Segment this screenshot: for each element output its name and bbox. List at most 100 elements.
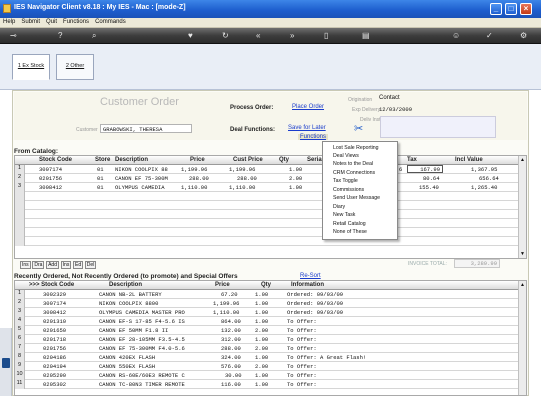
tools-icon[interactable]: ✂: [354, 124, 363, 135]
menu-quit[interactable]: Quit: [43, 18, 60, 25]
col-cust-price[interactable]: Cust Price: [233, 157, 263, 163]
minimize-button[interactable]: _: [490, 3, 502, 15]
table-row[interactable]: 4 0201310 CANON EF-S 17-85 F4-5.6 IS 864…: [15, 317, 520, 326]
functions-link[interactable]: Functions: [298, 134, 329, 140]
customer-field[interactable]: GRABOWSKI, THERESA: [100, 124, 192, 133]
menu-item-diary[interactable]: Diary: [333, 204, 345, 210]
cell-info: To Offer:: [287, 327, 317, 334]
menu-item-deal-views[interactable]: Deal Views: [333, 153, 359, 159]
cell-price: 132.00: [221, 327, 241, 334]
search-icon[interactable]: ⌕: [92, 31, 96, 41]
menu-item-new-task[interactable]: New Task: [333, 212, 355, 218]
resort-link[interactable]: Re-Sort: [300, 273, 321, 279]
col-qty[interactable]: Qty: [279, 157, 289, 163]
cell-qty: 2.00: [255, 363, 269, 370]
col-information[interactable]: Information: [291, 282, 324, 288]
cell-price: 116.00: [221, 381, 241, 388]
menu-item-notes-to-the-deal[interactable]: Notes to the Deal: [333, 161, 373, 167]
col-qty[interactable]: Qty: [261, 282, 271, 288]
row-number-empty: [15, 201, 25, 210]
dra-button[interactable]: Dra: [32, 261, 45, 269]
menu-commands[interactable]: Commands: [92, 18, 129, 25]
col-price[interactable]: Price: [190, 157, 205, 163]
cell-info: Ordered: 09/03/09: [287, 300, 344, 307]
table-row-empty[interactable]: [15, 192, 520, 201]
check-icon[interactable]: ✓: [486, 31, 493, 41]
table-row[interactable]: 1 3002329 CANON NB-2L BATTERY 67.20 1.00…: [15, 290, 520, 299]
col-stock-code[interactable]: >>> Stock Code: [29, 282, 74, 288]
menu-functions[interactable]: Functions: [60, 18, 92, 25]
catalog-scrollbar[interactable]: ▲ ▼: [518, 156, 526, 258]
table-row-empty[interactable]: [15, 201, 520, 210]
table-row[interactable]: 10 0205290 CANON RS-60E/60E3 REMOTE C 30…: [15, 371, 520, 380]
table-row-empty[interactable]: [15, 237, 520, 246]
col-stock-code[interactable]: Stock Code: [39, 157, 72, 163]
ins-button[interactable]: Ins: [20, 261, 31, 269]
edit-button[interactable]: Ed: [73, 261, 84, 269]
menu-item-crm-connections[interactable]: CRM Connections: [333, 170, 375, 176]
side-app-icon[interactable]: [2, 358, 10, 368]
col-store[interactable]: Store: [95, 157, 110, 163]
table-row-empty[interactable]: [15, 219, 520, 228]
close-button[interactable]: ×: [520, 3, 532, 15]
cell-price: 288.00: [221, 345, 241, 352]
table-row[interactable]: 2 0201756 01 CANON EF 75-300M 288.00 288…: [15, 174, 520, 183]
menu-item-tax-toggle[interactable]: Tax Toggle: [333, 178, 358, 184]
recent-scrollbar[interactable]: ▲: [518, 281, 526, 395]
cell-qty: 1.00: [255, 309, 269, 316]
add-button[interactable]: Add: [46, 261, 59, 269]
cell-tax[interactable]: 167.99: [407, 165, 443, 173]
forward-icon[interactable]: »: [290, 31, 294, 41]
menu-item-commissions[interactable]: Commissions: [333, 187, 364, 193]
menu-item-retail-catalog[interactable]: Retail Catalog: [333, 221, 366, 227]
help-icon[interactable]: ?: [58, 31, 62, 41]
col-serial[interactable]: Serial: [307, 157, 323, 163]
table-row[interactable]: 7 0201756 CANON EF 75-300MM F4.0-5.6 288…: [15, 344, 520, 353]
table-row-empty[interactable]: [15, 228, 520, 237]
back-icon[interactable]: «: [256, 31, 260, 41]
menu-submit[interactable]: Submit: [18, 18, 43, 25]
table-row[interactable]: 8 0204186 CANON 420EX FLASH 324.00 1.00 …: [15, 353, 520, 362]
heart-icon[interactable]: ♥: [188, 31, 193, 41]
table-row[interactable]: 9 0204194 CANON 550EX FLASH 576.00 2.00 …: [15, 362, 520, 371]
exp-delivery-value[interactable]: 12/03/2009: [379, 106, 412, 113]
table-row[interactable]: 1 3007174 01 NIKON COOLPIX 88 1,199.96 1…: [15, 165, 520, 174]
delete-button[interactable]: Del: [84, 261, 97, 269]
insert-button[interactable]: Ins: [60, 261, 72, 269]
table-row[interactable]: 11 0205302 CANON TC-80N3 TIMER REMOTE 11…: [15, 380, 520, 389]
col-description[interactable]: Description: [109, 282, 142, 288]
cell-code: 3002329: [43, 291, 67, 298]
paste-icon[interactable]: ▤: [362, 31, 370, 41]
table-row-empty[interactable]: [15, 210, 520, 219]
col-description[interactable]: Description: [115, 157, 148, 163]
table-row[interactable]: 5 0201650 CANON EF 50MM F1.8 II 132.00 2…: [15, 326, 520, 335]
scroll-up-icon[interactable]: ▲: [520, 282, 525, 288]
tab-ex-stock[interactable]: 1 Ex Stock: [12, 54, 50, 80]
scroll-up-icon[interactable]: ▲: [520, 157, 525, 163]
menu-item-send-user-message[interactable]: Send User Message: [333, 195, 380, 201]
menu-help[interactable]: Help: [0, 18, 18, 25]
save-for-later-link[interactable]: Save for Later: [288, 125, 326, 131]
tab-other[interactable]: 2 Other: [56, 54, 94, 80]
table-row[interactable]: 2 3007174 NIKON COOLPIX 8800 1,199.96 1.…: [15, 299, 520, 308]
maximize-button[interactable]: □: [505, 3, 517, 15]
col-incl-value[interactable]: Incl Value: [455, 157, 483, 163]
key-icon[interactable]: ⊸: [10, 31, 17, 41]
users-icon[interactable]: ☺: [452, 31, 460, 41]
deliv-instr-field[interactable]: [380, 116, 496, 138]
row-number: 2: [15, 299, 25, 308]
menu-item-lost-sale-reporting[interactable]: Lost Sale Reporting: [333, 145, 379, 151]
copy-icon[interactable]: ▯: [324, 31, 328, 41]
refresh-icon[interactable]: ↻: [222, 31, 229, 41]
col-price[interactable]: Price: [215, 282, 230, 288]
table-row[interactable]: 3 3008412 OLYMPUS CAMEDIA MASTER PRO 1,1…: [15, 308, 520, 317]
table-row[interactable]: 3 3008412 01 OLYMPUS CAMEDIA 1,110.00 1,…: [15, 183, 520, 192]
table-row[interactable]: 6 0201718 CANON EF 28-105MM F3.5-4.5 312…: [15, 335, 520, 344]
window-titlebar[interactable]: IES Navigator Client v8.18 : My IES - Ma…: [0, 0, 541, 18]
row-number-empty: [15, 237, 25, 246]
scroll-down-icon[interactable]: ▼: [520, 251, 525, 257]
gear-icon[interactable]: ⚙: [520, 31, 527, 41]
place-order-link[interactable]: Place Order: [292, 104, 324, 110]
menu-item-none-of-these[interactable]: None of These: [333, 229, 367, 235]
col-tax[interactable]: Tax: [407, 157, 417, 163]
